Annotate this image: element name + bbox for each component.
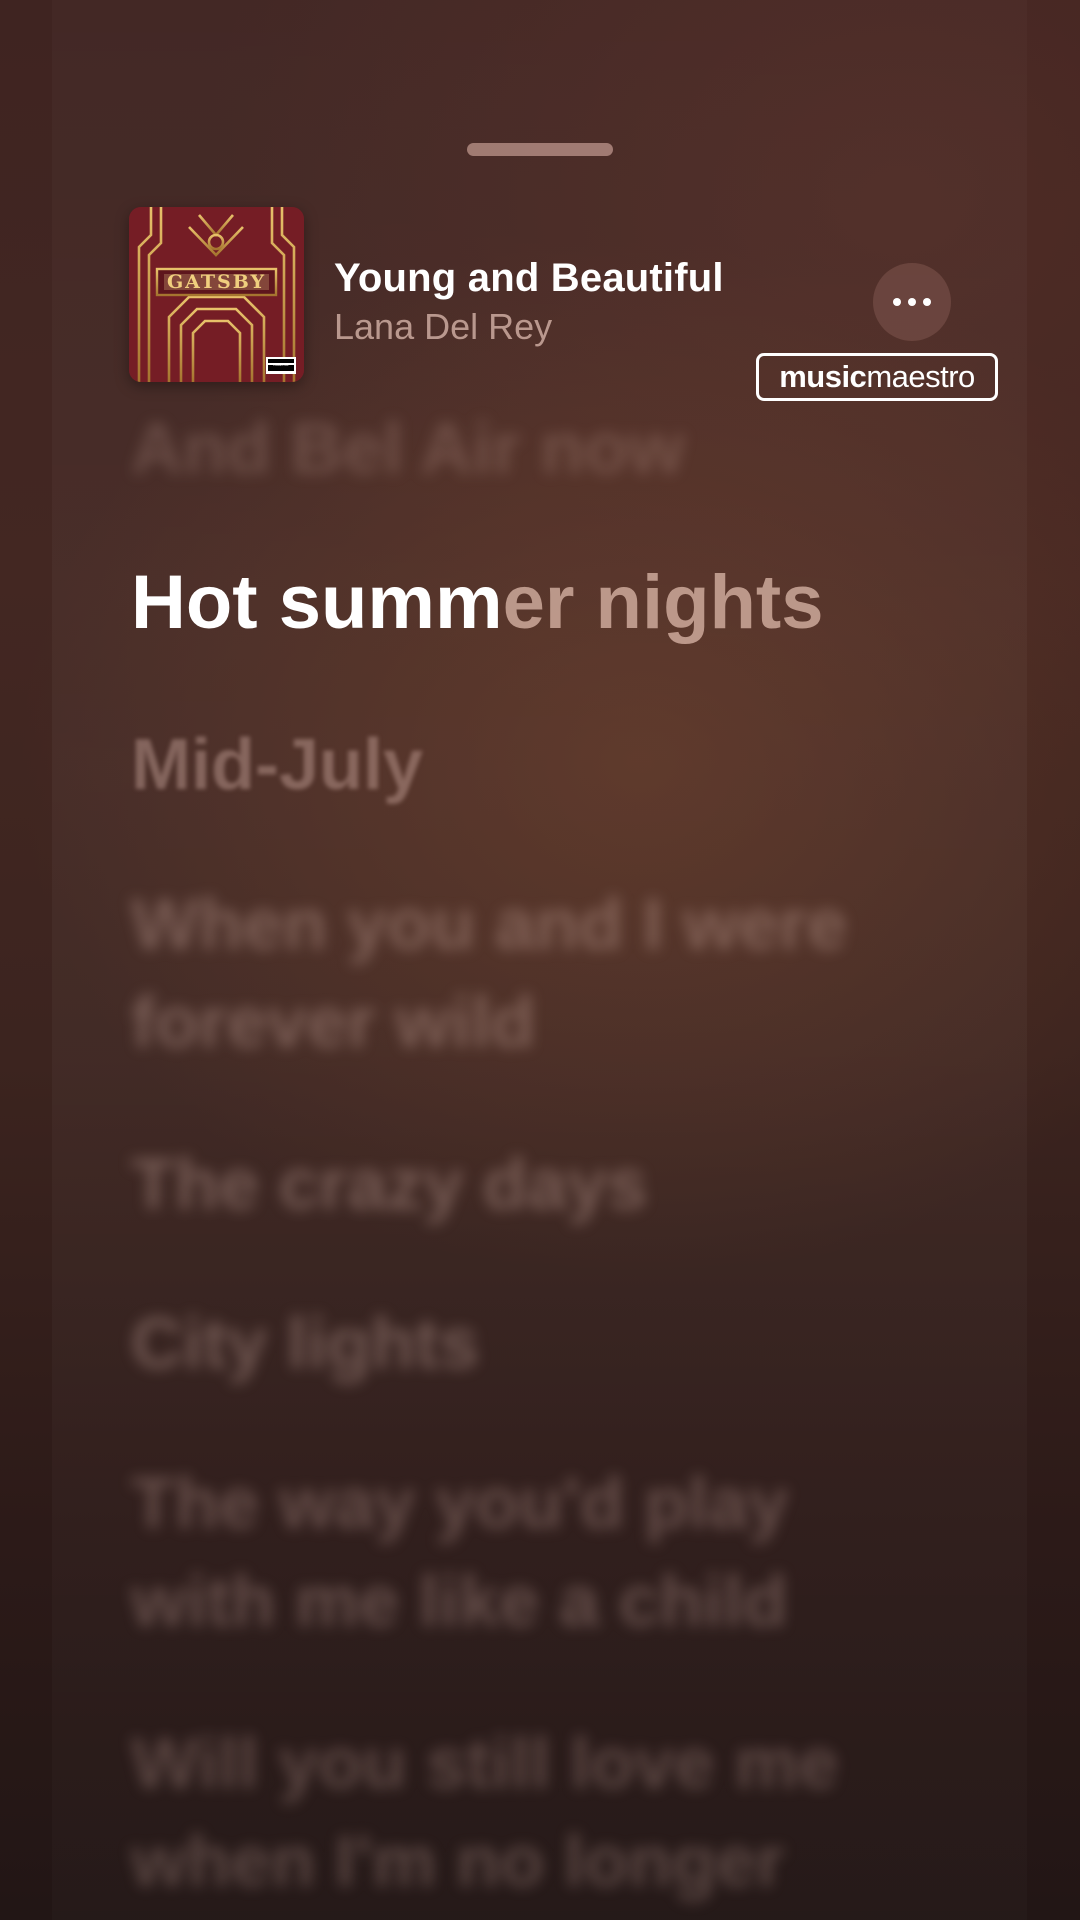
lyric-line-upcoming[interactable]: City lights	[131, 1295, 931, 1393]
lyric-text: When you and I were	[131, 885, 848, 965]
lyric-text: Mid-July	[131, 725, 424, 805]
watermark-light-text: maestro	[866, 359, 975, 394]
lyric-text: City lights	[131, 1304, 480, 1384]
artist-name[interactable]: Lana Del Rey	[334, 306, 552, 348]
lyric-text: when I'm no longer	[131, 1822, 785, 1902]
watermark-bold-text: music	[779, 359, 867, 394]
lyric-line-upcoming[interactable]: When you and I were forever wild	[131, 876, 931, 1072]
ellipsis-icon-dot	[893, 298, 901, 306]
lyrics-screen: GATSBY PARENTAL ADVISORY Young and Beaut…	[0, 0, 1080, 1920]
lyric-line-upcoming[interactable]: The way you'd play with me like a child	[131, 1455, 931, 1651]
musicmaestro-watermark-logo: music maestro	[756, 353, 998, 401]
lyric-line-previous[interactable]: And Bel Air now	[131, 400, 931, 498]
ellipsis-icon-dot	[908, 298, 916, 306]
album-artwork-image	[129, 207, 304, 382]
lyric-line-upcoming[interactable]: The crazy days	[131, 1136, 931, 1234]
album-artwork: GATSBY PARENTAL ADVISORY	[129, 207, 304, 382]
lyric-text: Will you still love me	[131, 1724, 839, 1804]
lyric-line-current[interactable]: Hot summer nights	[131, 554, 931, 652]
lyric-text: The crazy days	[131, 1145, 648, 1225]
lyric-text: And Bel Air now	[131, 409, 685, 489]
more-options-button[interactable]	[873, 263, 951, 341]
lyric-text: with me like a child	[131, 1562, 788, 1642]
lyric-line-upcoming[interactable]: Mid-July	[131, 716, 931, 814]
parental-advisory-label: PARENTAL ADVISORY	[273, 364, 289, 367]
lyric-text: forever wild	[131, 983, 536, 1063]
song-title: Young and Beautiful	[334, 256, 724, 300]
lyric-text: The way you'd play	[131, 1464, 789, 1544]
lyric-sung-portion: Hot summ	[131, 560, 503, 645]
sheet-grabber-handle[interactable]	[467, 143, 613, 156]
ellipsis-icon-dot	[923, 298, 931, 306]
lyric-unsung-portion: er nights	[502, 560, 824, 645]
lyric-line-upcoming[interactable]: Will you still love me when I'm no longe…	[131, 1715, 931, 1911]
album-art-text: GATSBY	[166, 271, 267, 293]
